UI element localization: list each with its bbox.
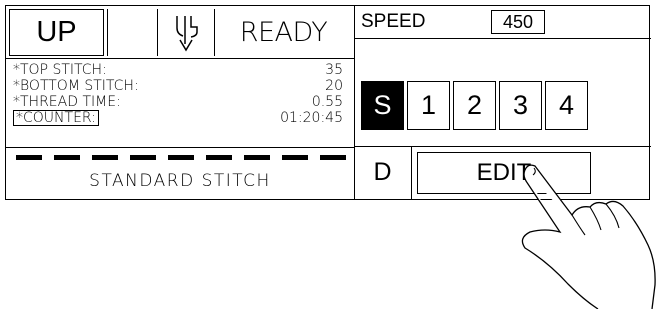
divider	[6, 147, 354, 148]
stitch-info: *TOP STITCH: 35 *BOTTOM STITCH: 20 *THRE…	[13, 62, 345, 142]
mode-button-3[interactable]: 3	[499, 81, 542, 130]
divider	[6, 58, 354, 59]
stitch-dash	[130, 155, 156, 160]
stitch-dash	[16, 155, 42, 160]
mode-selector: S 1 2 3 4	[361, 81, 588, 130]
up-button[interactable]: UP	[9, 9, 104, 56]
info-label: *TOP STITCH:	[13, 62, 107, 78]
stitch-dash	[244, 155, 270, 160]
speed-label: SPEED	[361, 11, 426, 32]
mode-button-4[interactable]: 4	[545, 81, 588, 130]
stitch-dash	[206, 155, 232, 160]
stitch-dash	[92, 155, 118, 160]
stitch-dash	[54, 155, 80, 160]
info-value: 35	[325, 62, 343, 78]
info-row-thread-time: *THREAD TIME: 0.55	[13, 94, 345, 110]
pattern-name: STANDARD STITCH	[89, 171, 271, 191]
info-value: 20	[325, 78, 343, 94]
stitch-dash	[320, 155, 346, 160]
mode-button-s[interactable]: S	[361, 81, 404, 130]
info-label: *THREAD TIME:	[13, 94, 121, 110]
blank-cell	[107, 9, 157, 56]
needle-presser-icon	[157, 9, 215, 56]
counter-value: 01:20:45	[280, 110, 343, 126]
counter-label[interactable]: *COUNTER:	[13, 110, 99, 126]
info-value: 0.55	[311, 94, 343, 110]
info-row-top-stitch: *TOP STITCH: 35	[13, 62, 345, 78]
info-label: *BOTTOM STITCH:	[13, 78, 139, 94]
stitch-dash	[282, 155, 308, 160]
speed-value[interactable]: 450	[491, 10, 545, 34]
status-text: READY	[215, 9, 352, 56]
control-panel: UP READY *TOP STITCH: 35 *BOTTOM STITCH:…	[5, 5, 651, 200]
info-row-bottom-stitch: *BOTTOM STITCH: 20	[13, 78, 345, 94]
info-row-counter: *COUNTER: 01:20:45	[13, 110, 345, 126]
mode-button-2[interactable]: 2	[453, 81, 496, 130]
edit-button[interactable]: EDIT	[417, 152, 591, 194]
mode-button-1[interactable]: 1	[407, 81, 450, 130]
stitch-dash	[168, 155, 194, 160]
stitch-pattern-preview	[16, 155, 346, 161]
d-button[interactable]: D	[354, 146, 412, 199]
divider	[354, 38, 651, 39]
